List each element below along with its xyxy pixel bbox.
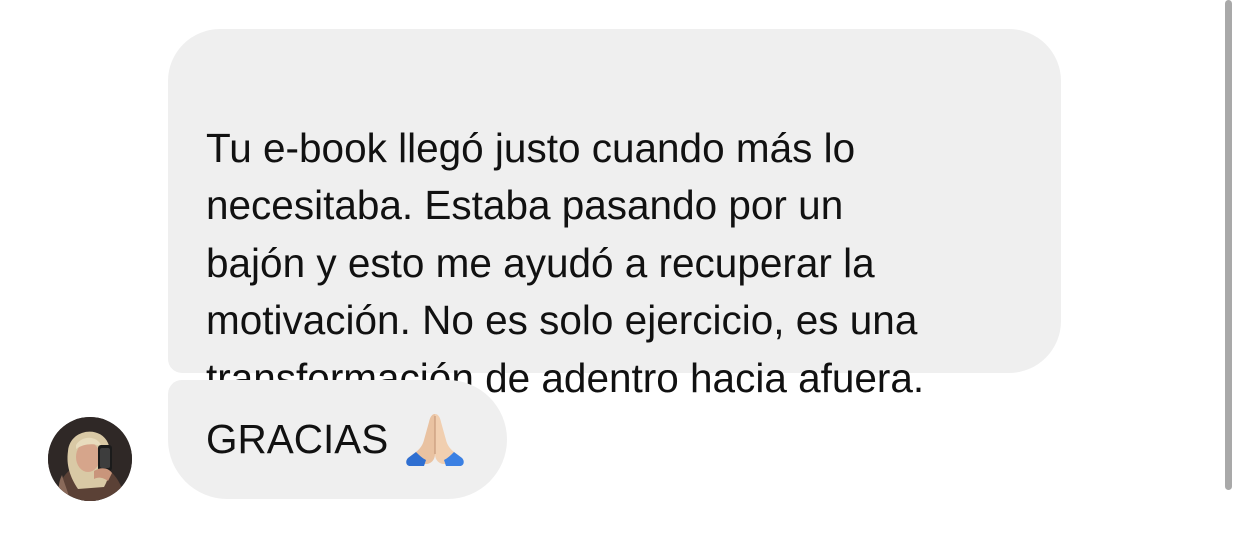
chat-thread: Tu e-book llegó justo cuando más lo nece…: [0, 0, 1242, 544]
avatar-photo: [48, 417, 132, 501]
scrollbar[interactable]: [1225, 0, 1232, 490]
message-bubble[interactable]: GRACIAS: [168, 380, 507, 499]
message-text: Tu e-book llegó justo cuando más lo nece…: [206, 124, 925, 401]
avatar[interactable]: [48, 417, 132, 501]
message-bubble[interactable]: Tu e-book llegó justo cuando más lo nece…: [168, 29, 1061, 401]
praying-hands-icon: [404, 408, 466, 470]
message-text: GRACIAS: [206, 416, 389, 462]
